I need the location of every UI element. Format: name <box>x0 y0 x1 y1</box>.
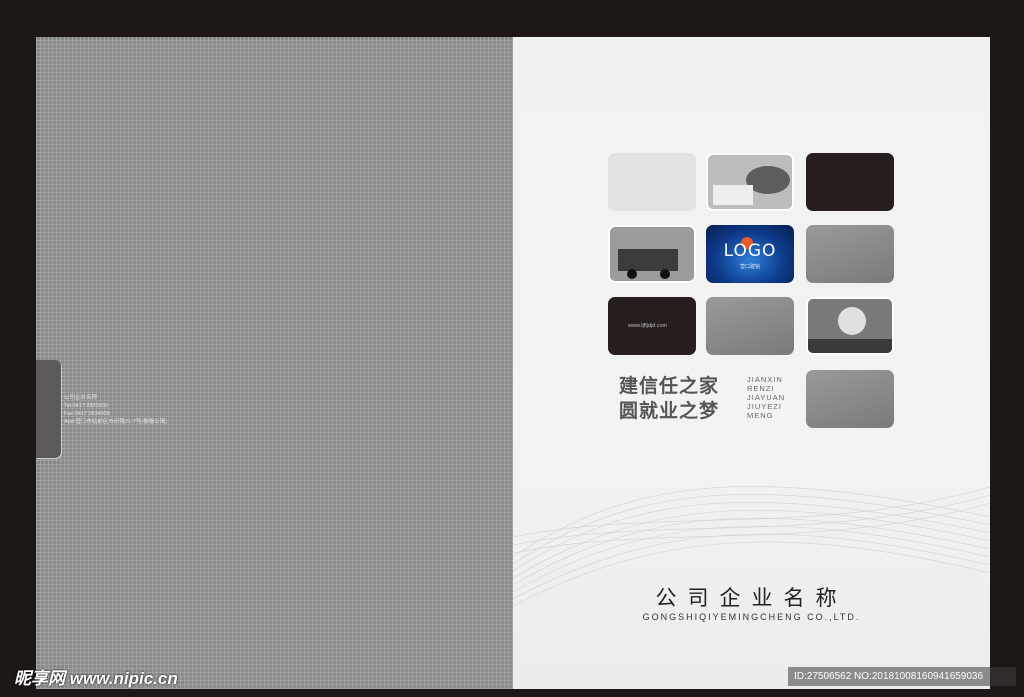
tile-photo-truck <box>608 225 696 283</box>
pinyin-line: JIAYUAN <box>747 393 786 402</box>
truck-icon <box>610 227 694 281</box>
watermark-right: ID:27506562 NO:20181008160941659036 <box>788 667 1016 686</box>
company-name-en: GONGSHIQIYEMINGCHENG CO.,LTD. <box>642 612 861 622</box>
pinyin-line: JIANXIN <box>747 375 783 384</box>
tile-grey-2 <box>706 297 794 355</box>
slogan-pinyin: JIANXIN RENZI JIAYUAN JIUYEZI MENG <box>747 375 785 420</box>
contact-tel: Tel:0417 2820000 <box>64 403 108 409</box>
tile-photo-event <box>806 297 894 355</box>
tile-grey-3 <box>806 370 894 428</box>
logo-subtext: 营口建铭 <box>739 264 760 270</box>
contact-fax: Fax:0417 2834999 <box>64 411 110 417</box>
photo-icon <box>708 155 792 209</box>
slogan-line-1: 建信任之家 <box>619 375 720 397</box>
tile-blank-1 <box>608 153 696 211</box>
pinyin-line: RENZI <box>747 384 775 393</box>
logo-tile: LOGO 营口建铭 <box>706 225 794 283</box>
contact-company: 公司企业名称 <box>64 395 98 401</box>
pinyin-line: JIUYEZI <box>747 402 782 411</box>
website-url: www.fjfljdjd.com <box>628 323 668 329</box>
contact-block: 公司企业名称 Tel:0417 2820000 Fax:0417 2834999… <box>64 394 167 426</box>
tile-grey-1 <box>806 225 894 283</box>
logo-text: LOGO <box>723 241 777 261</box>
tile-photo-handshake <box>706 153 794 211</box>
tile-dark-1 <box>806 153 894 211</box>
back-cover-tab <box>36 360 61 458</box>
watermark-left: 昵享网 www.nipic.cn <box>14 669 178 688</box>
pinyin-line: MENG <box>747 411 774 420</box>
company-name: 公司企业名称 <box>655 586 848 610</box>
tile-dark-url: www.fjfljdjd.com <box>608 297 696 355</box>
back-cover <box>36 37 513 689</box>
photo-icon <box>808 299 892 353</box>
contact-address: Add:营口市站前区市府路21-7号(泰格公寓) <box>64 419 167 425</box>
slogan-line-2: 圆就业之梦 <box>619 400 720 422</box>
